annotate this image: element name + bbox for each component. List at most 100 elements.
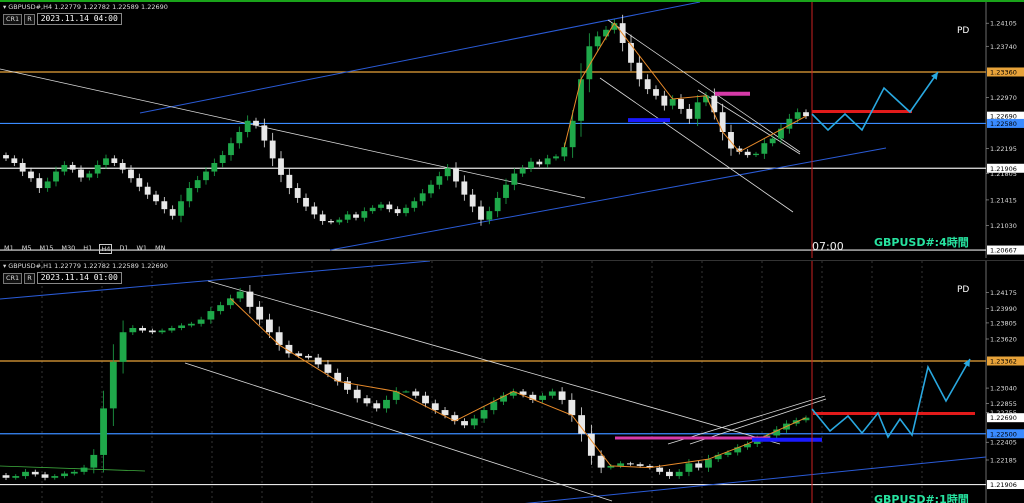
candle-body [61,164,68,172]
candle-body [519,168,526,174]
price-axis-label: 1.22195 [990,145,1017,153]
candle-body [719,112,726,132]
forecast-path [811,71,939,132]
candle-body [626,463,634,465]
candle-body [353,389,361,399]
candle-body [336,219,343,223]
timeframe-m15[interactable]: M15 [39,244,55,254]
timeframe-mn[interactable]: MN [154,244,166,254]
timeframe-h1[interactable]: H1 [82,244,93,254]
candle-body [553,156,559,159]
candle-body [80,467,88,472]
candle-body [244,120,251,132]
candle-body [469,194,476,207]
price-axis-label: 1.20667 [990,247,1017,255]
candle-body [480,410,488,419]
trend-line-descending [0,68,586,199]
candle-body [303,197,309,207]
candle-body [617,463,625,466]
price-axis-label: 1.23740 [990,43,1017,51]
price-axis-label: 1.22185 [990,457,1017,465]
price-axis-label: 1.22580 [990,120,1017,128]
timeframe-w1[interactable]: W1 [135,244,148,254]
candle-body [207,311,215,320]
candle-body [261,125,268,141]
h1-chart-canvas[interactable]: 1.24175 1.23990 1.23805 1.23620 1.23362 1.230… [0,261,1024,503]
candle-body [324,364,332,373]
candle-body [86,173,93,178]
price-axis-label: 1.22855 [990,400,1017,408]
candle-body [422,395,429,404]
h4-ohlc-text: GBPUSD#,H4 1.22779 1.22782 1.22589 1.226… [8,3,168,11]
h4-chart-canvas[interactable]: 1.241051.237401.233601.229701.226901.225… [0,2,1024,258]
h1-datetime-field[interactable]: 2023.11.14 01:00 [36,272,122,284]
candle-body [361,211,368,218]
cr1-button[interactable]: CR1 [3,272,23,284]
h4-toolbar: CR1 R 2023.11.14 04:00 [3,13,122,25]
candle-body [236,291,244,299]
timeframe-h4[interactable]: H4 [99,244,113,254]
candle-body [236,132,243,144]
candle-body [394,209,401,214]
candle-body [226,298,234,306]
candle-body [461,421,468,426]
timeframe-d1[interactable]: D1 [118,244,129,254]
timeframe-m5[interactable]: M5 [21,244,33,254]
timeframe-m1[interactable]: M1 [3,244,15,254]
r-button[interactable]: R [24,13,35,25]
candle-body [431,403,439,411]
candle-body [61,473,68,477]
collapse-triangle-icon[interactable]: ▾ [3,3,6,11]
price-axis-label: 1.22500 [990,430,1017,438]
candle-body [246,291,254,307]
candle-body [11,158,18,163]
candle-body [561,147,568,157]
cr1-button[interactable]: CR1 [3,13,23,25]
trend-channel-lower [184,362,613,502]
candle-body [94,164,101,174]
candle-body [544,158,551,165]
candle-body [569,120,576,148]
candle-body [119,332,127,362]
candle-body [266,319,273,333]
candle-body [169,209,176,216]
h4-datetime-field[interactable]: 2023.11.14 04:00 [36,13,122,25]
h4-clock-label: 07:00 [812,240,844,253]
candle-body [144,186,151,195]
candle-body [597,455,605,468]
candle-body [194,180,201,189]
candle-body [28,171,34,179]
candle-body [353,214,359,218]
collapse-triangle-icon[interactable]: ▾ [3,262,6,270]
candle-body [178,201,184,216]
candle-body [253,120,259,126]
candle-body [411,201,418,208]
candle-body [461,181,468,195]
h4-chart-pane[interactable]: 1.24105 1.23740 1.23360 1.22970 1.22690 1.225… [0,0,1024,258]
candle-body [278,158,284,175]
candle-body [803,112,809,117]
price-axis-label: 1.22690 [990,414,1017,422]
candle-body [369,207,376,212]
candle-body [666,471,673,477]
h1-symbol-label: GBPUSD#:1時間 [874,493,969,503]
candle-body [494,197,501,212]
candle-body [78,169,84,178]
candle-body [761,143,768,154]
h1-chart-pane[interactable]: 1.24175 1.23990 1.23805 1.23620 1.23362 1.230… [0,260,1024,503]
candle-body [148,330,156,333]
candle-body [153,194,159,202]
r-button[interactable]: R [24,272,35,284]
candle-body [568,399,576,416]
price-axis-label: 1.21030 [990,222,1017,230]
trend-channel-upper [607,19,801,153]
candle-body [203,171,209,181]
price-axis-label: 1.24105 [990,20,1017,28]
h4-chart-header: ▾ GBPUSD#,H4 1.22779 1.22782 1.22589 1.22… [3,3,168,11]
candle-body [511,173,518,185]
candle-body [328,221,334,223]
candle-body [44,181,51,189]
candle-body [653,89,659,96]
candle-body [678,99,684,109]
timeframe-m30[interactable]: M30 [60,244,76,254]
